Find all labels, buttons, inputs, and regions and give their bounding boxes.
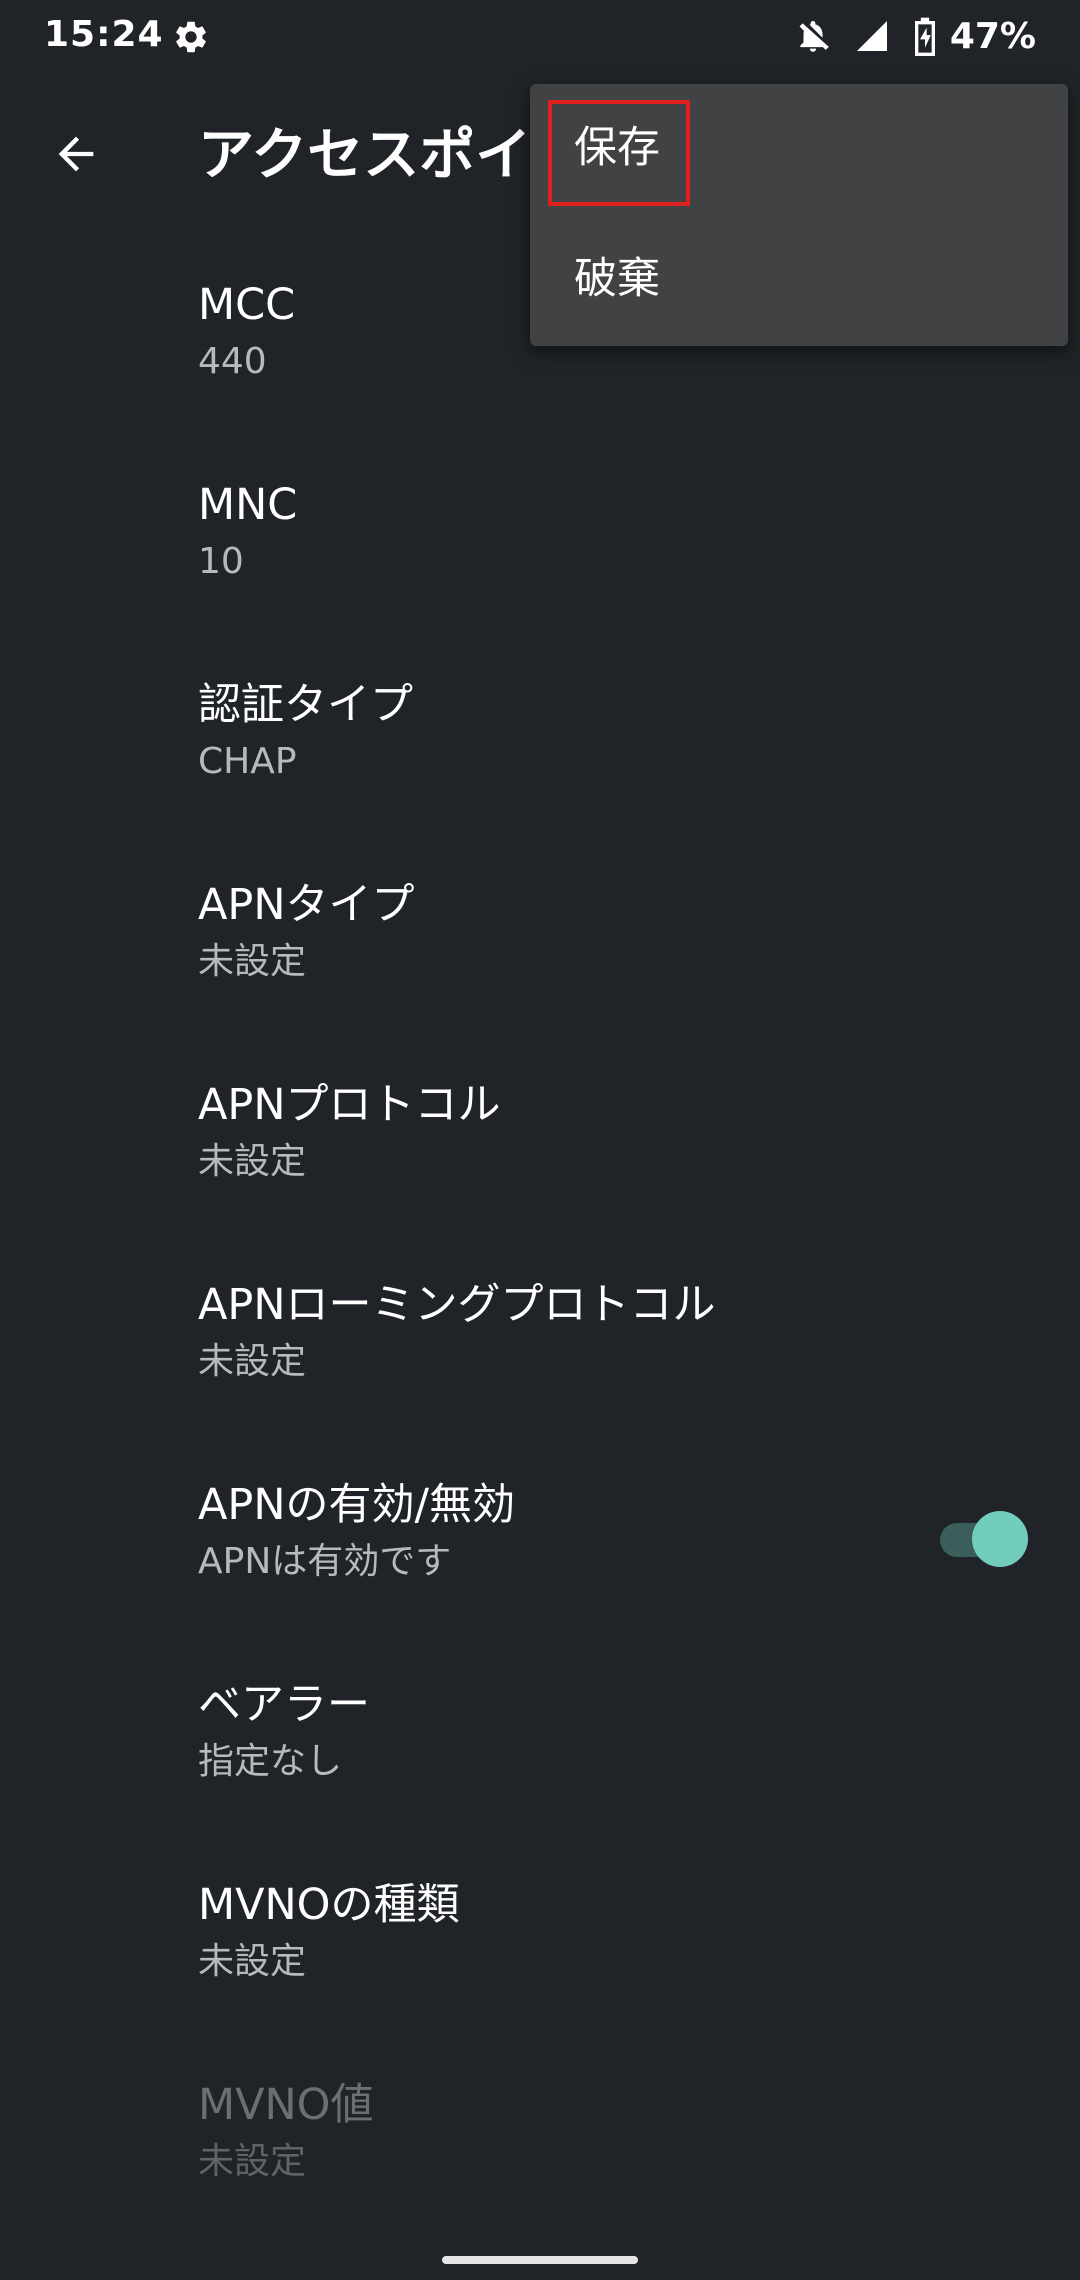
setting-summary: 10: [198, 541, 244, 582]
setting-title: MVNOの種類: [198, 1880, 460, 1930]
setting-apn-roaming-protocol[interactable]: APNローミングプロトコル 未設定: [0, 1245, 1080, 1445]
setting-mvno-value: MVNO値 未設定: [0, 2045, 1080, 2245]
setting-apn-enable[interactable]: APNの有効/無効 APNは有効です: [0, 1445, 1080, 1645]
setting-title: APNタイプ: [198, 880, 415, 930]
setting-bearer[interactable]: ベアラー 指定なし: [0, 1645, 1080, 1845]
status-time: 15:24: [44, 14, 164, 55]
setting-title: MNC: [198, 480, 298, 530]
setting-title: APNプロトコル: [198, 1080, 501, 1130]
battery-charging-icon: [914, 17, 935, 56]
setting-summary: 未設定: [198, 941, 307, 982]
battery-percent: 47%: [949, 15, 1036, 57]
setting-auth-type[interactable]: 認証タイプ CHAP: [0, 645, 1080, 845]
setting-summary: 未設定: [198, 2141, 307, 2182]
setting-title: 認証タイプ: [198, 680, 413, 730]
setting-summary: 指定なし: [198, 1741, 343, 1782]
apn-enable-toggle[interactable]: [940, 1511, 1028, 1569]
setting-summary: 未設定: [198, 1341, 307, 1382]
setting-mvno-type[interactable]: MVNOの種類 未設定: [0, 1845, 1080, 2045]
menu-item-label: 保存: [574, 123, 660, 173]
setting-summary: APNは有効です: [198, 1541, 452, 1582]
menu-item-discard[interactable]: 破棄: [530, 215, 1068, 346]
setting-summary: 440: [198, 341, 267, 382]
setting-title: ベアラー: [198, 1680, 370, 1730]
toggle-thumb: [972, 1511, 1028, 1567]
overflow-menu: 保存 破棄: [530, 84, 1068, 346]
setting-summary: 未設定: [198, 1941, 307, 1982]
setting-mnc[interactable]: MNC 10: [0, 445, 1080, 645]
signal-icon: [856, 21, 887, 51]
status-icons: 47%: [772, 14, 1036, 58]
setting-summary: 未設定: [198, 1141, 307, 1182]
page-title: アクセスポイ: [198, 123, 532, 188]
menu-item-label: 破棄: [574, 254, 660, 304]
setting-title: MCC: [198, 280, 296, 330]
gear-icon: [176, 21, 206, 53]
screen: 15:24 47% アクセスポイ MCC 440 MNC 10 認証タイプ CH…: [0, 0, 1080, 2280]
setting-title: APNの有効/無効: [198, 1480, 515, 1530]
setting-title: APNローミングプロトコル: [198, 1280, 716, 1330]
setting-title: MVNO値: [198, 2080, 374, 2130]
back-button[interactable]: [38, 116, 114, 192]
menu-item-save[interactable]: 保存: [530, 84, 1068, 215]
settings-list: MCC 440 MNC 10 認証タイプ CHAP APNタイプ 未設定 APN…: [0, 245, 1080, 2245]
arrow-back-icon: [58, 136, 94, 172]
setting-apn-type[interactable]: APNタイプ 未設定: [0, 845, 1080, 1045]
setting-apn-protocol[interactable]: APNプロトコル 未設定: [0, 1045, 1080, 1245]
gesture-nav-handle[interactable]: [442, 2256, 638, 2264]
setting-summary: CHAP: [198, 741, 297, 782]
notifications-off-icon: [799, 20, 829, 52]
status-bar: 15:24 47%: [0, 0, 1080, 72]
